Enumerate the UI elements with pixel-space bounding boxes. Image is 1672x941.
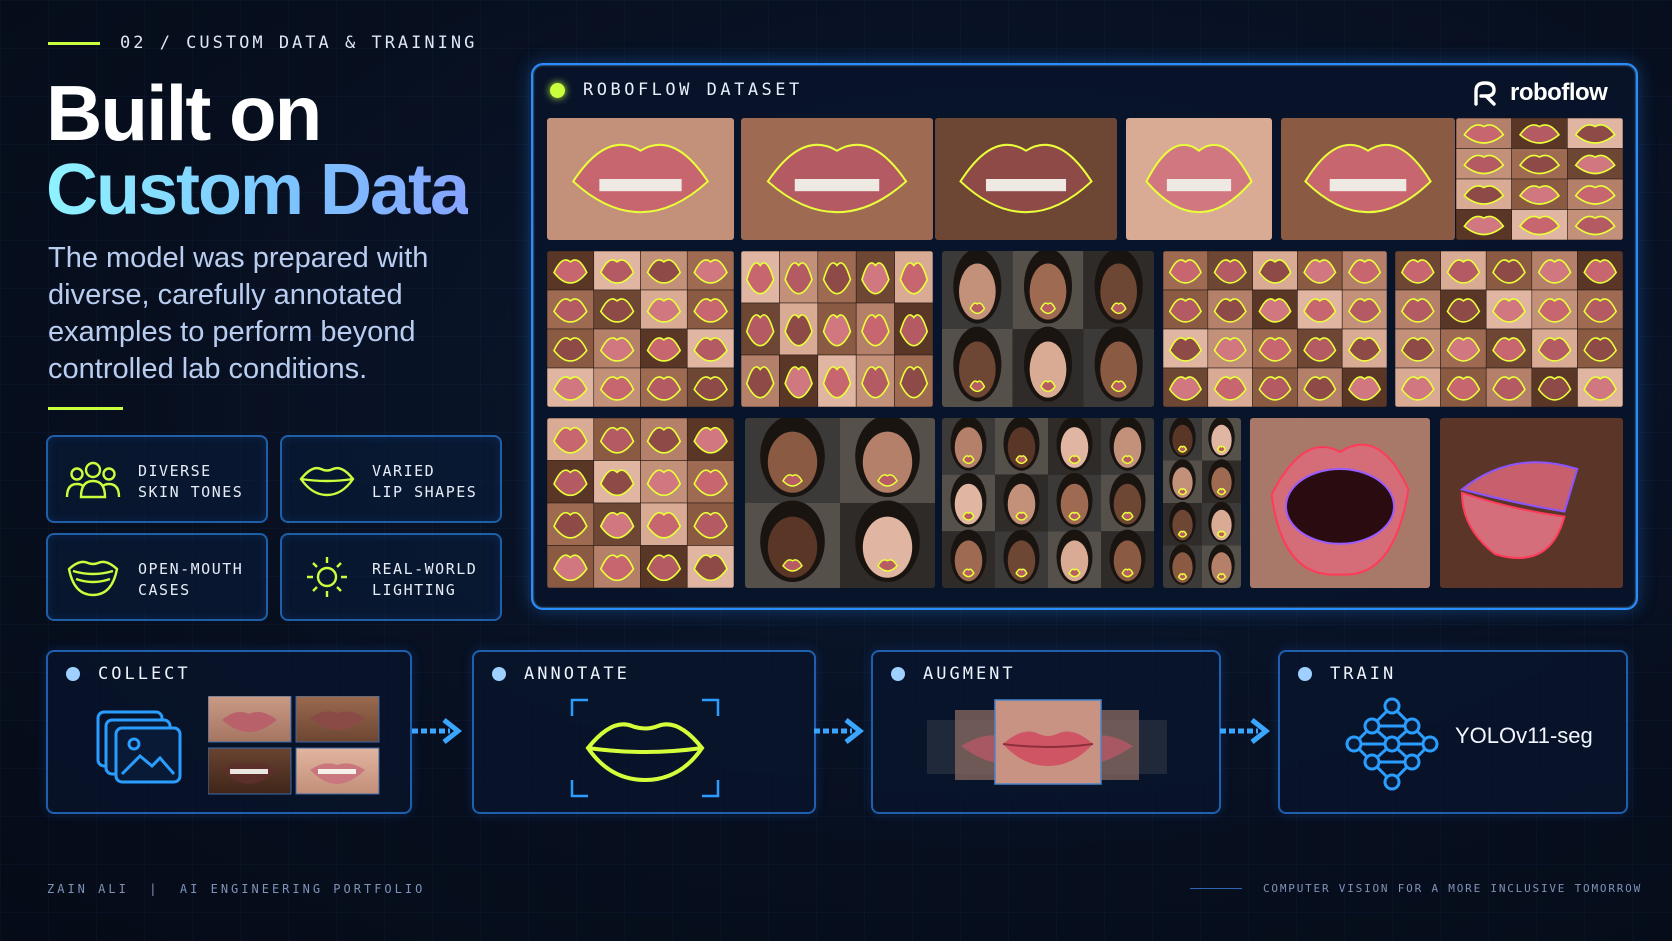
footer-tagline: COMPUTER VISION FOR A MORE INCLUSIVE TOM… [1263,882,1643,895]
lip-annotation [969,302,986,315]
feature-label-line2: LIP SHAPES [372,483,478,501]
lip-annotation [1121,568,1134,578]
feature-label-line1: VARIED [372,462,436,480]
dataset-image-tile [1440,418,1623,588]
neural-network-icon [1345,697,1439,791]
lip-annotation [1015,511,1028,521]
feature-label-line2: CASES [138,581,191,599]
lip-annotation [962,511,975,521]
lip-annotation [1015,455,1028,465]
dataset-image-tile [741,118,933,240]
dataset-image-tile [547,251,734,407]
feature-card-lip-shapes: VARIED LIP SHAPES [280,435,502,523]
step-dot [66,667,80,681]
dataset-image-tile [1250,418,1430,588]
feature-card-open-mouth: OPEN-MOUTH CASES [46,533,268,621]
kicker-accent-line [48,42,100,45]
page-title-line2: Custom Data [46,150,470,230]
section-kicker: 02 / CUSTOM DATA & TRAINING [120,33,478,53]
feature-label-line2: LIGHTING [372,581,457,599]
footer-accent-line [1190,888,1242,889]
augment-preview [927,699,1167,785]
lip-annotation [1216,445,1227,453]
lip-annotation [1216,530,1227,538]
dataset-image-tile [741,251,933,407]
pipeline-step-annotate: ANNOTATE [472,650,816,814]
lip-annotation [962,455,975,465]
lips-outline-icon [570,698,720,798]
lip-annotation [877,474,898,487]
lip-annotation [1040,380,1056,393]
feature-card-skin-tones: DIVERSE SKIN TONES [46,435,268,523]
model-name: YOLOv11-seg [1455,723,1593,748]
people-group-icon [65,461,121,499]
open-mouth-icon [67,560,119,597]
lip-annotation [782,474,803,487]
lip-annotation [1216,573,1227,581]
lip-annotation [782,559,803,572]
arrow-right-icon [814,718,864,744]
lip-annotation [1040,302,1056,315]
lip-annotation [1015,568,1028,578]
pipeline-step-augment: AUGMENT [871,650,1221,814]
lip-annotation [1177,573,1188,581]
lip-annotation [1110,380,1127,393]
dataset-panel-title: ROBOFLOW DATASET [583,80,803,100]
description: The model was prepared with diverse, car… [48,242,429,385]
feature-label-line2: SKIN TONES [138,483,244,501]
lip-annotation [969,380,986,393]
feature-label-line1: OPEN-MOUTH [138,560,244,578]
roboflow-brand: roboflow [1510,79,1608,106]
dataset-image-tile [1281,118,1455,240]
feature-label-line1: REAL-WORLD [372,560,478,578]
dataset-image-tile [1163,251,1387,407]
arrow-right-icon [1220,718,1270,744]
feature-label-line1: DIVERSE [138,462,212,480]
roboflow-logo-icon [1474,81,1496,106]
lip-annotation [1110,302,1127,315]
lip-annotation [1216,488,1227,496]
step-label: ANNOTATE [524,664,630,684]
pipeline-step-collect: COLLECT [46,650,412,814]
dataset-image-tile [1126,118,1272,240]
lip-annotation [1121,511,1134,521]
step-dot [891,667,905,681]
lip-annotation [877,559,898,572]
lip-annotation [1068,455,1081,465]
lip-annotation [1121,455,1134,465]
dataset-image-tile [547,418,734,588]
dataset-image-tile [942,251,1154,407]
dataset-image-tile [935,118,1117,240]
collect-sample-thumbnails [207,695,380,801]
dataset-image-tile [745,418,935,588]
lip-annotation [1068,568,1081,578]
step-label: COLLECT [98,664,191,684]
feature-card-lighting: REAL-WORLD LIGHTING [280,533,502,621]
step-dot [492,667,506,681]
description-divider [48,407,123,410]
sun-icon [307,557,347,597]
lip-annotation [1068,511,1081,521]
arrow-right-icon [412,718,462,744]
step-label: AUGMENT [923,664,1016,684]
status-dot [550,83,565,98]
dataset-image-tile [942,418,1154,588]
lip-annotation [1177,530,1188,538]
image-stack-icon [96,710,182,784]
lip-annotation [962,568,975,578]
dataset-image-tile [1395,251,1623,407]
dataset-image-tile [1456,118,1623,240]
dataset-image-tile [1163,418,1241,588]
lips-icon [299,466,355,497]
step-label: TRAIN [1330,664,1397,684]
footer-credit: ZAIN ALI | AI ENGINEERING PORTFOLIO [47,882,426,896]
step-dot [1298,667,1312,681]
lip-annotation [1177,445,1188,453]
page-title-line1: Built on [46,69,322,157]
dataset-image-tile [547,118,734,240]
lip-annotation [1177,488,1188,496]
